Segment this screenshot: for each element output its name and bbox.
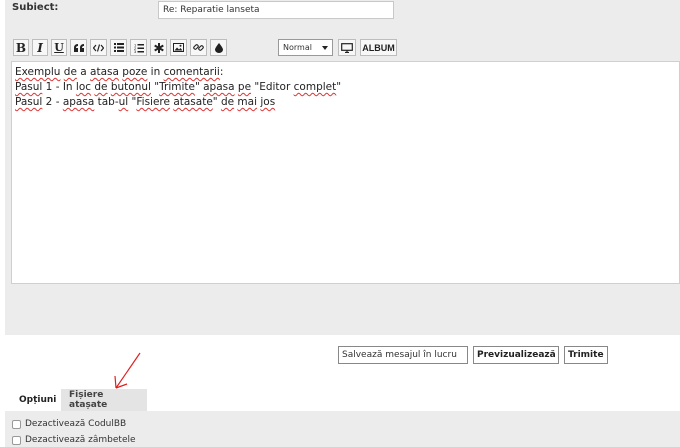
message-text: "Editor xyxy=(251,81,294,93)
disable-bbcode-label: Dezactivează CodulBB xyxy=(25,419,127,429)
red-arrow-annotation xyxy=(114,352,141,389)
message-text: 2 - xyxy=(42,96,63,108)
asterisk-button[interactable] xyxy=(150,39,167,56)
list-icon xyxy=(113,43,124,52)
message-textarea[interactable]: Exemplu de a atasa poze in comentarii: P… xyxy=(11,61,680,284)
message-text: butonul xyxy=(110,81,151,93)
image-button[interactable] xyxy=(170,39,187,56)
underline-button[interactable]: U xyxy=(51,39,67,56)
message-text: pe xyxy=(237,81,252,93)
message-text: Exemplu xyxy=(15,66,61,78)
message-text: in xyxy=(147,66,164,78)
asterisk-icon xyxy=(153,42,164,53)
message-text: de xyxy=(63,66,77,78)
submit-button[interactable]: Trimite xyxy=(564,346,608,364)
ordered-list-button[interactable]: 123 xyxy=(130,39,147,56)
tab-options[interactable]: Opțiuni xyxy=(11,389,61,411)
disable-bbcode-option[interactable]: Dezactivează CodulBB xyxy=(12,419,126,429)
ordered-list-icon: 123 xyxy=(134,43,144,53)
font-size-select[interactable]: Normal xyxy=(278,39,333,56)
disable-smilies-option[interactable]: Dezactivează zâmbetele xyxy=(12,435,136,445)
message-text: loc xyxy=(75,81,92,93)
code-button[interactable] xyxy=(90,39,107,56)
tab-attachments[interactable]: Fișiere atașate xyxy=(61,389,147,411)
screen-button[interactable] xyxy=(338,39,356,56)
list-button[interactable] xyxy=(110,39,127,56)
caret-down-icon xyxy=(322,45,328,50)
svg-text:3: 3 xyxy=(134,49,137,53)
message-text: Fisiere xyxy=(136,96,170,108)
code-icon xyxy=(93,43,104,52)
screen-icon xyxy=(341,42,353,53)
message-text: 1 - In xyxy=(42,81,76,93)
message-text: de xyxy=(220,96,235,108)
message-line: Pasul 2 - apasa tab-ul "Fisiere atasate"… xyxy=(15,95,676,110)
message-text: apasa xyxy=(62,96,95,108)
subject-input[interactable] xyxy=(158,1,394,19)
message-text: atasate xyxy=(173,96,213,108)
message-text: poze xyxy=(122,66,148,78)
album-button[interactable]: ALBUM xyxy=(360,39,397,56)
message-text: : xyxy=(219,66,224,78)
message-text: complet xyxy=(293,81,337,93)
color-icon xyxy=(214,42,223,53)
message-text: jos xyxy=(260,96,276,108)
album-label: ALBUM xyxy=(362,42,395,53)
message-text: " xyxy=(336,81,342,93)
message-line: Exemplu de a atasa poze in comentarii: xyxy=(15,65,676,80)
subject-label: Subiect: xyxy=(12,2,59,13)
image-icon xyxy=(173,43,184,52)
message-text: apasa xyxy=(203,81,235,93)
quote-icon xyxy=(73,43,84,52)
font-size-value: Normal xyxy=(283,43,312,52)
italic-button[interactable]: I xyxy=(32,39,48,56)
save-draft-button[interactable]: Salvează mesajul în lucru xyxy=(338,346,468,364)
link-icon xyxy=(193,44,204,51)
message-text: comentarii xyxy=(163,66,220,78)
message-text: Trimite xyxy=(159,81,195,93)
color-button[interactable] xyxy=(210,39,227,56)
quote-button[interactable] xyxy=(70,39,87,56)
options-panel: Dezactivează CodulBB Dezactivează zâmbet… xyxy=(5,411,680,447)
underline-icon: U xyxy=(54,41,64,54)
message-text: ul xyxy=(118,96,129,108)
message-text: atasa xyxy=(90,66,119,78)
message-text: " xyxy=(150,81,160,93)
disable-bbcode-checkbox[interactable] xyxy=(12,419,21,429)
bold-button[interactable]: B xyxy=(13,39,29,56)
message-text: tab- xyxy=(94,96,119,108)
disable-smilies-checkbox[interactable] xyxy=(12,435,21,445)
preview-button[interactable]: Previzualizează xyxy=(473,346,559,364)
message-text: Pasul xyxy=(15,81,43,93)
link-button[interactable] xyxy=(190,39,207,56)
message-text: mai xyxy=(237,96,258,108)
bold-icon: B xyxy=(15,40,27,55)
message-text: Pasul xyxy=(15,96,43,108)
message-text: " xyxy=(212,96,221,108)
message-text: " xyxy=(194,81,204,93)
disable-smilies-label: Dezactivează zâmbetele xyxy=(25,435,136,445)
message-line: Pasul 1 - In loc de butonul "Trimite" ap… xyxy=(15,80,676,95)
message-text: de xyxy=(94,81,108,93)
italic-icon: I xyxy=(37,40,43,55)
message-text: a xyxy=(76,66,91,78)
